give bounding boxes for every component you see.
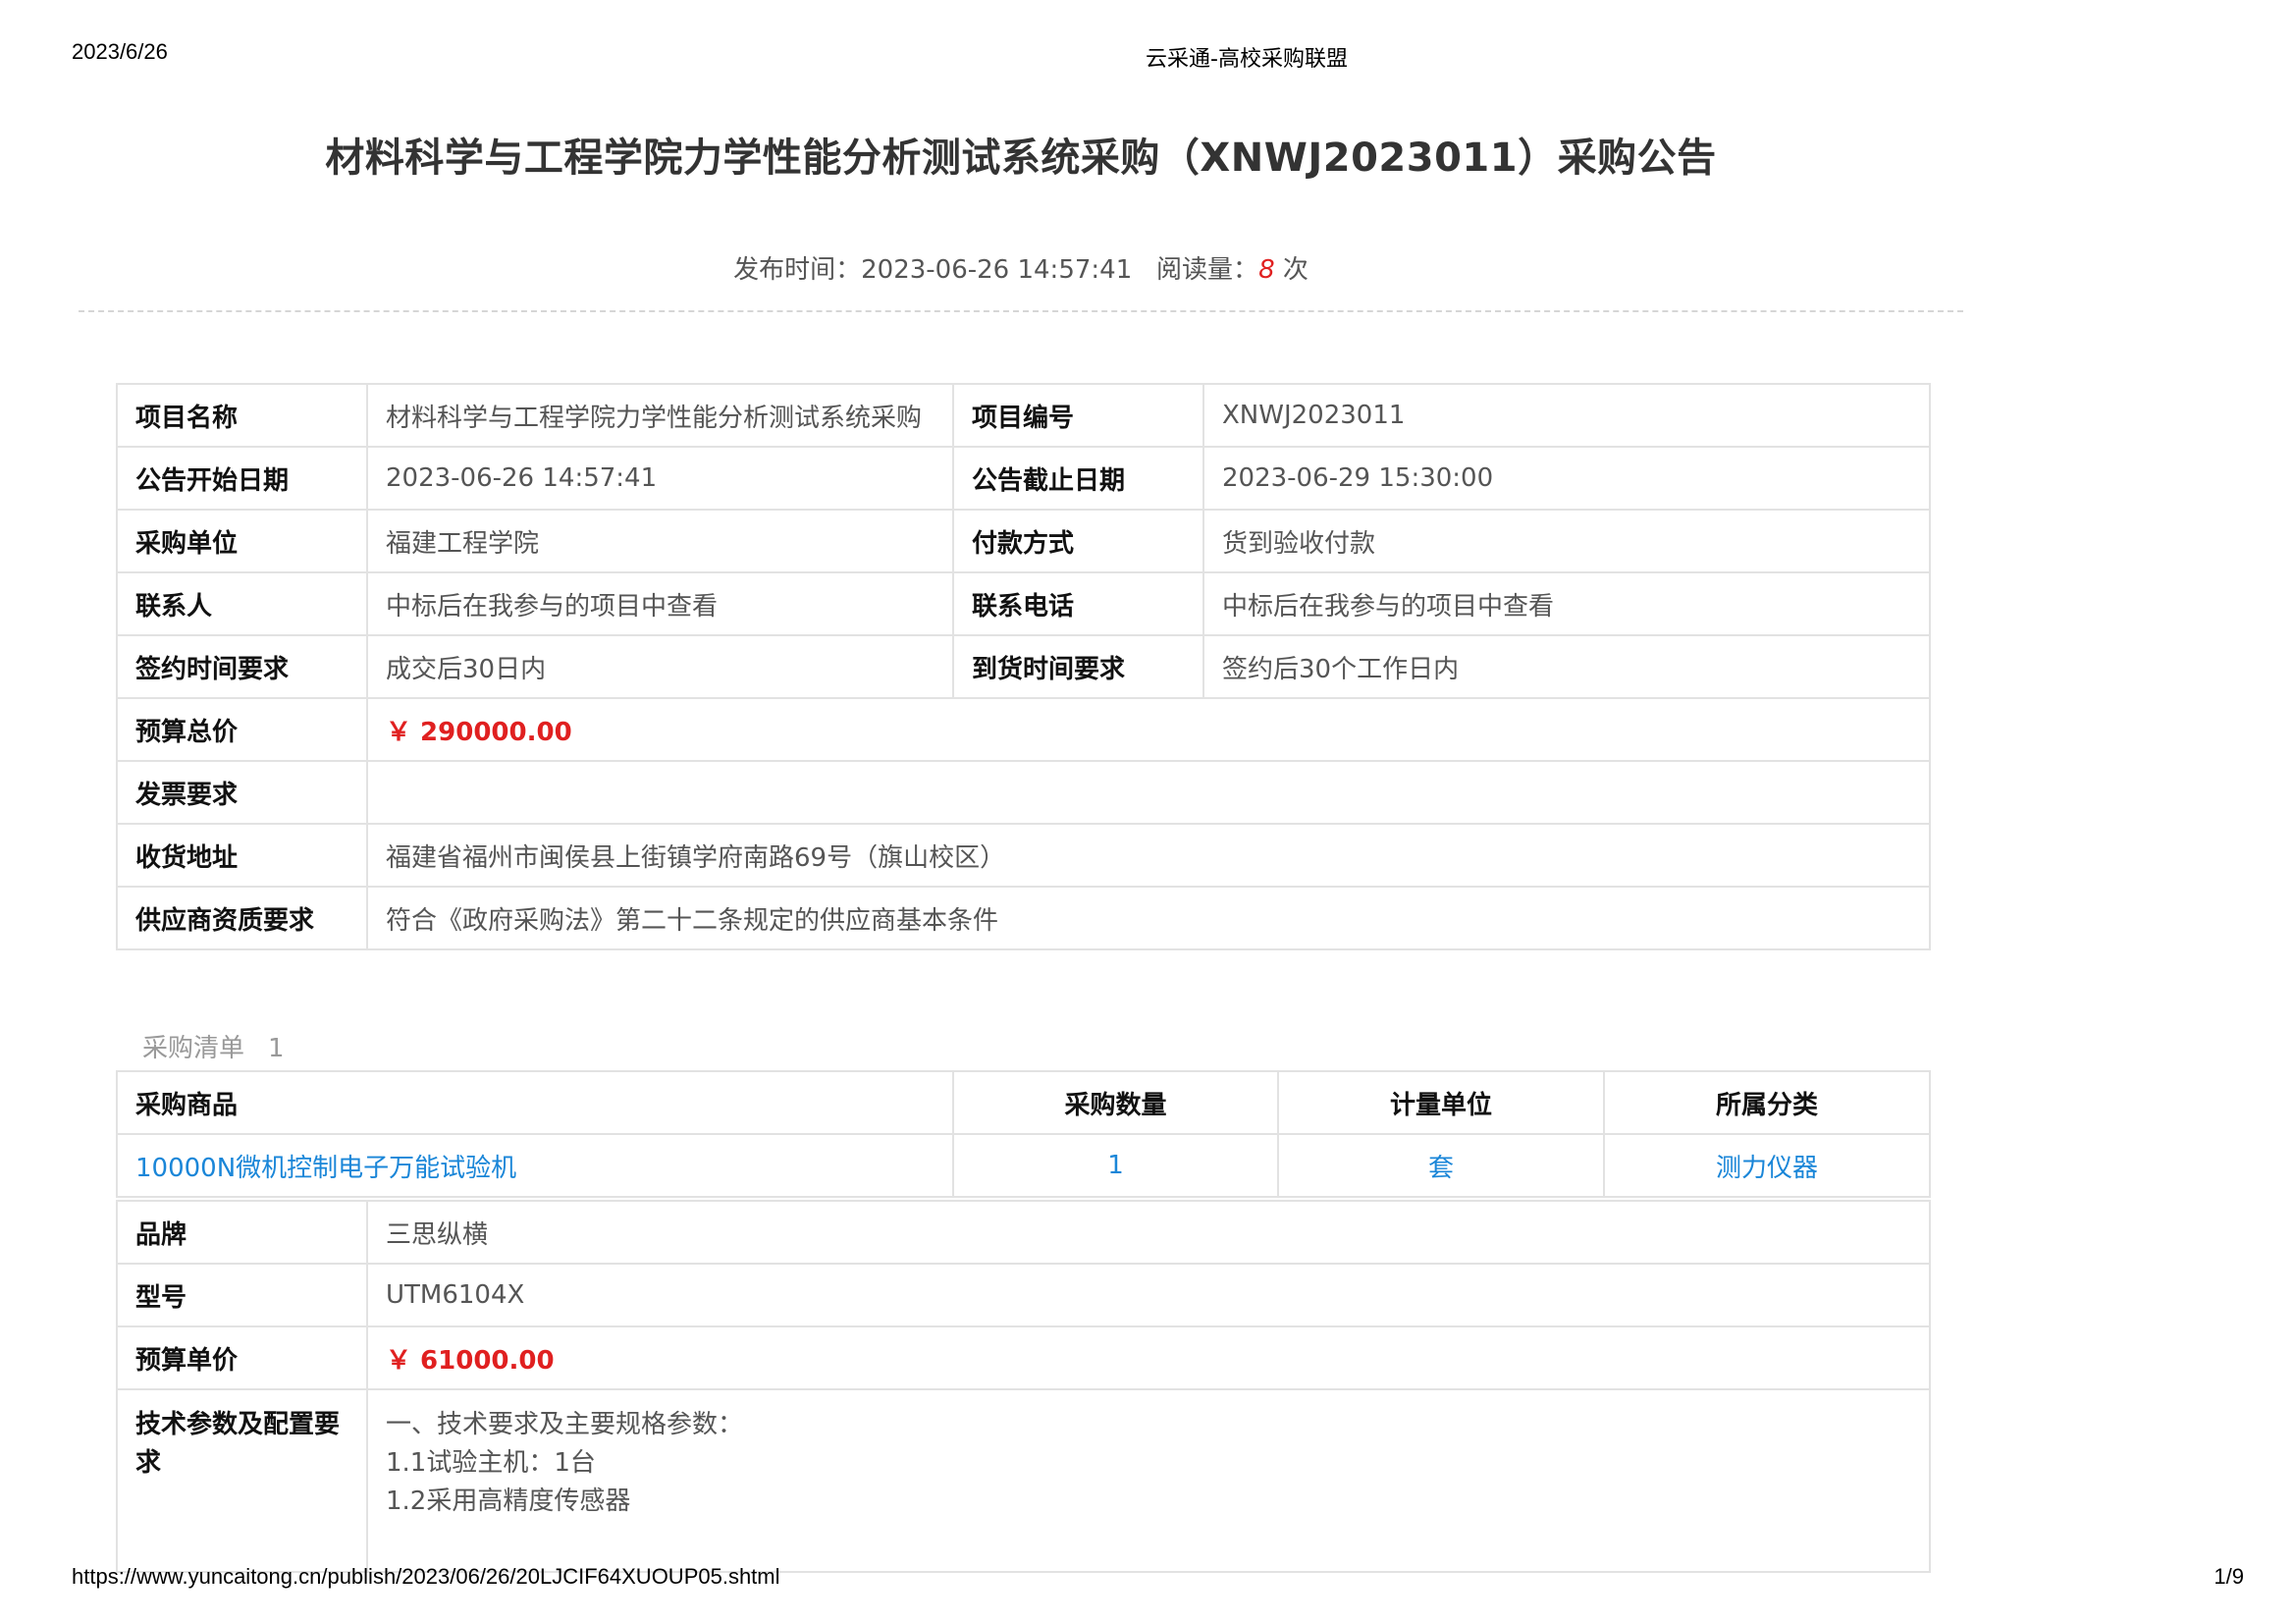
table-row: 联系人 中标后在我参与的项目中查看 联系电话 中标后在我参与的项目中查看 — [116, 571, 1931, 636]
publish-label: 发布时间： — [733, 255, 862, 285]
table-row: 预算总价 ￥ 290000.00 — [116, 697, 1931, 762]
qualification-label: 供应商资质要求 — [116, 886, 368, 950]
table-row: 型号 UTM6104X — [116, 1263, 1931, 1327]
sign-time-value: 成交后30日内 — [366, 634, 954, 699]
table-row: 项目名称 材料科学与工程学院力学性能分析测试系统采购 项目编号 XNWJ2023… — [116, 383, 1931, 448]
spec-line: 1.2采用高精度传感器 — [386, 1487, 631, 1516]
table-row: 供应商资质要求 符合《政府采购法》第二十二条规定的供应商基本条件 — [116, 886, 1931, 950]
table-row: 签约时间要求 成交后30日内 到货时间要求 签约后30个工作日内 — [116, 634, 1931, 699]
model-label: 型号 — [116, 1263, 368, 1327]
project-no-value: XNWJ2023011 — [1202, 383, 1931, 448]
page-title: 材料科学与工程学院力学性能分析测试系统采购（XNWJ2023011）采购公告 — [325, 135, 1717, 181]
unit-price-label: 预算单价 — [116, 1325, 368, 1390]
goods-detail-table: 品牌 三思纵横 型号 UTM6104X 预算单价 ￥ 61000.00 技术参数… — [116, 1200, 1931, 1573]
model-value: UTM6104X — [366, 1263, 1931, 1327]
table-row: 品牌 三思纵横 — [116, 1200, 1931, 1265]
read-count: 8 — [1258, 255, 1275, 285]
print-site-title: 云采通-高校采购联盟 — [1146, 47, 1348, 72]
spec-line: 1.1试验主机：1台 — [386, 1448, 596, 1478]
phone-label: 联系电话 — [952, 571, 1204, 636]
spec-line: 一、技术要求及主要规格参数： — [386, 1410, 744, 1439]
print-page-number: 1/9 — [2214, 1564, 2244, 1589]
unit-price-value: ￥ 61000.00 — [366, 1325, 1931, 1390]
invoice-value — [366, 760, 1931, 825]
contact-value: 中标后在我参与的项目中查看 — [366, 571, 954, 636]
list-caption-label: 采购清单 — [142, 1034, 245, 1063]
table-row: 10000N微机控制电子万能试验机 1 套 测力仪器 — [116, 1133, 1931, 1198]
print-url: https://www.yuncaitong.cn/publish/2023/0… — [72, 1564, 780, 1589]
invoice-label: 发票要求 — [116, 760, 368, 825]
end-date-label: 公告截止日期 — [952, 446, 1204, 511]
project-no-label: 项目编号 — [952, 383, 1204, 448]
col-header-unit: 计量单位 — [1277, 1070, 1605, 1135]
table-row: 收货地址 福建省福州市闽侯县上街镇学府南路69号（旗山校区） — [116, 823, 1931, 888]
start-date-label: 公告开始日期 — [116, 446, 368, 511]
contact-label: 联系人 — [116, 571, 368, 636]
table-row: 技术参数及配置要求 一、技术要求及主要规格参数： 1.1试验主机：1台 1.2采… — [116, 1388, 1931, 1573]
phone-value: 中标后在我参与的项目中查看 — [1202, 571, 1931, 636]
table-row: 预算单价 ￥ 61000.00 — [116, 1325, 1931, 1390]
payment-label: 付款方式 — [952, 509, 1204, 573]
sign-time-label: 签约时间要求 — [116, 634, 368, 699]
budget-label: 预算总价 — [116, 697, 368, 762]
goods-unit[interactable]: 套 — [1277, 1133, 1605, 1198]
col-header-goods: 采购商品 — [116, 1070, 954, 1135]
publish-meta: 发布时间：2023-06-26 14:57:41 阅读量：8 次 — [79, 249, 1963, 286]
buyer-value: 福建工程学院 — [366, 509, 954, 573]
goods-quantity[interactable]: 1 — [952, 1133, 1279, 1198]
procurement-list-caption: 采购清单 1 — [142, 1028, 285, 1064]
delivery-time-value: 签约后30个工作日内 — [1202, 634, 1931, 699]
spec-value: 一、技术要求及主要规格参数： 1.1试验主机：1台 1.2采用高精度传感器 — [366, 1388, 1931, 1573]
table-row: 采购单位 福建工程学院 付款方式 货到验收付款 — [116, 509, 1931, 573]
project-info-table: 项目名称 材料科学与工程学院力学性能分析测试系统采购 项目编号 XNWJ2023… — [116, 383, 1931, 950]
address-value: 福建省福州市闽侯县上街镇学府南路69号（旗山校区） — [366, 823, 1931, 888]
table-row: 公告开始日期 2023-06-26 14:57:41 公告截止日期 2023-0… — [116, 446, 1931, 511]
goods-category-link[interactable]: 测力仪器 — [1603, 1133, 1931, 1198]
delivery-time-label: 到货时间要求 — [952, 634, 1204, 699]
project-name-label: 项目名称 — [116, 383, 368, 448]
read-label: 阅读量： — [1156, 255, 1259, 285]
col-header-quantity: 采购数量 — [952, 1070, 1279, 1135]
print-date: 2023/6/26 — [72, 39, 168, 64]
brand-value: 三思纵横 — [366, 1200, 1931, 1265]
address-label: 收货地址 — [116, 823, 368, 888]
publish-time: 2023-06-26 14:57:41 — [861, 255, 1133, 285]
table-row: 发票要求 — [116, 760, 1931, 825]
dashed-divider — [79, 310, 1963, 312]
start-date-value: 2023-06-26 14:57:41 — [366, 446, 954, 511]
table-header-row: 采购商品 采购数量 计量单位 所属分类 — [116, 1070, 1931, 1135]
col-header-category: 所属分类 — [1603, 1070, 1931, 1135]
payment-value: 货到验收付款 — [1202, 509, 1931, 573]
end-date-value: 2023-06-29 15:30:00 — [1202, 446, 1931, 511]
budget-value: ￥ 290000.00 — [366, 697, 1931, 762]
goods-name-link[interactable]: 10000N微机控制电子万能试验机 — [116, 1133, 954, 1198]
read-unit: 次 — [1282, 255, 1308, 285]
brand-label: 品牌 — [116, 1200, 368, 1265]
buyer-label: 采购单位 — [116, 509, 368, 573]
spec-label: 技术参数及配置要求 — [116, 1388, 368, 1573]
goods-table: 采购商品 采购数量 计量单位 所属分类 10000N微机控制电子万能试验机 1 … — [116, 1070, 1931, 1198]
list-count: 1 — [268, 1034, 285, 1063]
qualification-value: 符合《政府采购法》第二十二条规定的供应商基本条件 — [366, 886, 1931, 950]
project-name-value: 材料科学与工程学院力学性能分析测试系统采购 — [366, 383, 954, 448]
